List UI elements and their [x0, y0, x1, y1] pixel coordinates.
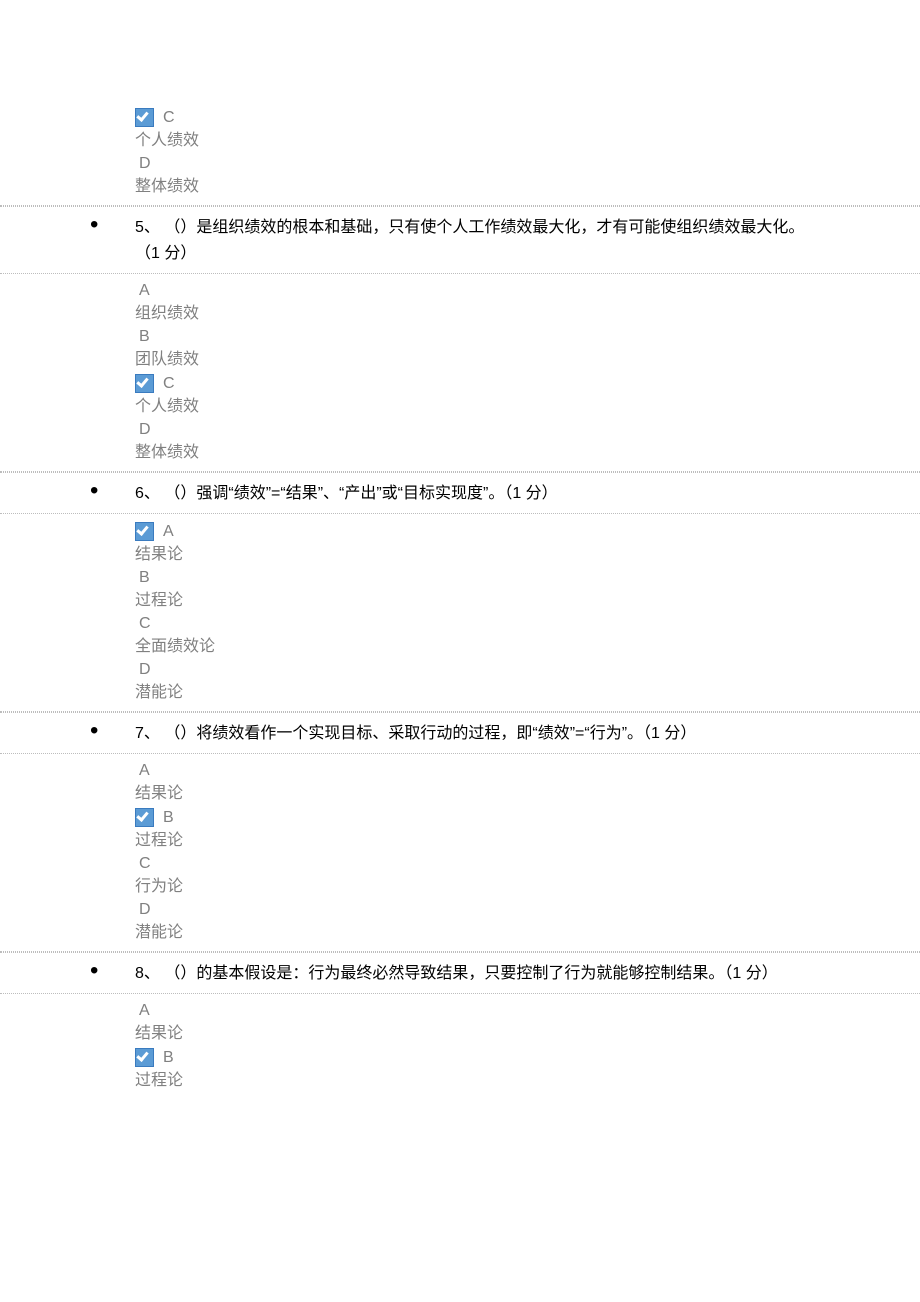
option-letter: D [135, 421, 151, 439]
option-letter: D [135, 155, 151, 173]
option-text: 组织绩效 [135, 302, 810, 326]
question-number: 8、 [135, 965, 160, 982]
question-row: • 6、 （）强调“绩效”=“结果”、“产出”或“目标实现度”。（1 分） [0, 472, 920, 514]
question-number: 6、 [135, 485, 160, 502]
option-row: B [135, 808, 810, 827]
question-body: （）强调“绩效”=“结果”、“产出”或“目标实现度”。（1 分） [164, 485, 557, 502]
option-letter: B [159, 1049, 174, 1067]
option-text: 个人绩效 [135, 395, 810, 419]
check-icon [135, 1048, 154, 1067]
question-text: 6、 （）强调“绩效”=“结果”、“产出”或“目标实现度”。（1 分） [135, 481, 920, 507]
bullet-icon: • [90, 961, 135, 981]
option-text: 过程论 [135, 1069, 810, 1093]
options-block: A 组织绩效 B 团队绩效 C 个人绩效 D 整体绩效 [0, 274, 920, 472]
option-text: 潜能论 [135, 921, 810, 945]
option-row: B [135, 1048, 810, 1067]
option-letter: B [135, 569, 150, 587]
bullet-icon: • [90, 481, 135, 501]
option-row: D [135, 421, 810, 439]
option-row: B [135, 569, 810, 587]
option-text: 潜能论 [135, 681, 810, 705]
option-text: 结果论 [135, 782, 810, 806]
option-row: A [135, 1002, 810, 1020]
option-row: A [135, 522, 810, 541]
option-letter: C [135, 855, 151, 873]
option-letter: C [135, 615, 151, 633]
question-row: • 8、 （）的基本假设是：行为最终必然导致结果，只要控制了行为就能够控制结果。… [0, 952, 920, 994]
option-letter: B [159, 809, 174, 827]
options-block: A 结果论 B 过程论 [0, 994, 920, 1099]
option-letter: B [135, 328, 150, 346]
option-letter: C [159, 375, 175, 393]
question-text: 8、 （）的基本假设是：行为最终必然导致结果，只要控制了行为就能够控制结果。（1… [135, 961, 920, 987]
option-letter: A [135, 1002, 150, 1020]
question-text: 7、 （）将绩效看作一个实现目标、采取行动的过程，即“绩效”=“行为”。（1 分… [135, 721, 920, 747]
option-row: C [135, 108, 810, 127]
option-letter: D [135, 661, 151, 679]
check-icon [135, 808, 154, 827]
option-row: B [135, 328, 810, 346]
option-row: C [135, 374, 810, 393]
question-row: • 5、 （）是组织绩效的根本和基础，只有使个人工作绩效最大化，才有可能使组织绩… [0, 206, 920, 274]
option-row: D [135, 901, 810, 919]
bullet-icon: • [90, 215, 135, 235]
question-body: （）是组织绩效的根本和基础，只有使个人工作绩效最大化，才有可能使组织绩效最大化。… [135, 219, 804, 262]
option-row: D [135, 155, 810, 173]
option-letter: A [135, 282, 150, 300]
option-text: 过程论 [135, 829, 810, 853]
options-block: A 结果论 B 过程论 C 行为论 D 潜能论 [0, 754, 920, 952]
question-body: （）的基本假设是：行为最终必然导致结果，只要控制了行为就能够控制结果。（1 分） [164, 965, 777, 982]
option-text: 整体绩效 [135, 441, 810, 465]
option-row: A [135, 282, 810, 300]
option-row: C [135, 615, 810, 633]
option-text: 全面绩效论 [135, 635, 810, 659]
option-text: 过程论 [135, 589, 810, 613]
bullet-icon: • [90, 721, 135, 741]
option-row: D [135, 661, 810, 679]
option-text: 个人绩效 [135, 129, 810, 153]
option-letter: C [159, 109, 175, 127]
options-block: A 结果论 B 过程论 C 全面绩效论 D 潜能论 [0, 514, 920, 712]
option-row: C [135, 855, 810, 873]
question-number: 7、 [135, 725, 160, 742]
check-icon [135, 108, 154, 127]
option-row: A [135, 762, 810, 780]
check-icon [135, 374, 154, 393]
question-body: （）将绩效看作一个实现目标、采取行动的过程，即“绩效”=“行为”。（1 分） [164, 725, 696, 742]
option-letter: A [159, 523, 174, 541]
option-text: 行为论 [135, 875, 810, 899]
document-body: C 个人绩效 D 整体绩效 • 5、 （）是组织绩效的根本和基础，只有使个人工作… [0, 0, 920, 1159]
question-row: • 7、 （）将绩效看作一个实现目标、采取行动的过程，即“绩效”=“行为”。（1… [0, 712, 920, 754]
option-text: 结果论 [135, 543, 810, 567]
option-text: 结果论 [135, 1022, 810, 1046]
option-letter: D [135, 901, 151, 919]
option-text: 整体绩效 [135, 175, 810, 199]
check-icon [135, 522, 154, 541]
option-letter: A [135, 762, 150, 780]
option-text: 团队绩效 [135, 348, 810, 372]
question-text: 5、 （）是组织绩效的根本和基础，只有使个人工作绩效最大化，才有可能使组织绩效最… [135, 215, 920, 267]
question-number: 5、 [135, 219, 160, 236]
options-block: C 个人绩效 D 整体绩效 [0, 100, 920, 206]
